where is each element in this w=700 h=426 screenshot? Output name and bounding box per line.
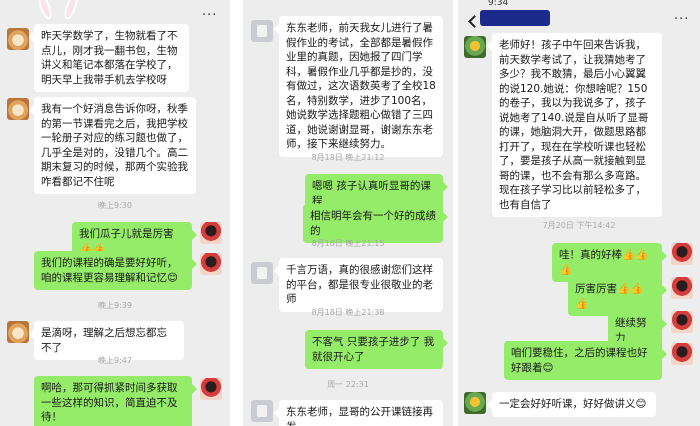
- message-bubble: 我们的课程的确是要好好听，咱的课程更容易理解和记忆😊: [34, 251, 197, 290]
- message-bubble: 千言万语，真的很感谢您们这样的平台，都是很专业很敬业的老师: [274, 258, 443, 312]
- avatar[interactable]: [251, 262, 273, 284]
- avatar[interactable]: [7, 321, 29, 343]
- avatar[interactable]: [200, 378, 222, 400]
- chevron-left-icon[interactable]: [468, 15, 481, 28]
- timestamp: 8月18日 晚上21:12: [311, 153, 385, 162]
- more-dots-icon[interactable]: ···: [674, 12, 689, 27]
- message-bubble: 老师好！孩子中午回来告诉我，前天数学考试了，让我猜她考了多少？我不敢猜，最后小心…: [487, 33, 662, 217]
- avatar[interactable]: [251, 20, 273, 42]
- chat-panel-1: ··· 昨天学数学了，生物就看了不点儿，刚才我一翻书包，生物讲义和笔记本都落在学…: [0, 0, 230, 426]
- timestamp: 8月18日 晚上21:15: [311, 239, 385, 248]
- avatar[interactable]: [464, 36, 486, 58]
- timestamp: 7月20日 下午14:42: [542, 221, 616, 230]
- avatar[interactable]: [251, 400, 273, 422]
- avatar[interactable]: [671, 243, 693, 265]
- avatar[interactable]: [671, 343, 693, 365]
- message-bubble: 啊哈，那可得抓紧时间多获取一些这样的知识，简直迫不及待！: [34, 376, 197, 426]
- avatar[interactable]: [671, 277, 693, 299]
- contact-name-redacted: [480, 10, 550, 26]
- message-bubble: 东东老师，显哥的公开课链接再发: [274, 400, 443, 426]
- chat-panel-2: 东东老师，前天我女儿进行了暑假作业的考试，全部都是暑假作业里的真题，因她报了四门…: [243, 0, 453, 426]
- message-bubble: 我有一个好消息告诉你呀，秋季的第一节课看完之后，我把学校一轮册子对应的练习题也做…: [29, 97, 196, 194]
- timestamp: 8月18日 晚上21:38: [311, 308, 385, 317]
- avatar[interactable]: [7, 28, 29, 50]
- avatar[interactable]: [671, 311, 693, 333]
- message-bubble: 不客气 只要孩子进步了 我就很开心了: [305, 330, 448, 369]
- avatar[interactable]: [200, 253, 222, 275]
- message-bubble: 一定会好好听课，好好做讲义😊: [487, 392, 656, 417]
- more-dots-icon[interactable]: ···: [202, 8, 217, 23]
- chat-panel-3: 9:34 ··· 老师好！孩子中午回来告诉我，前天数学考试了，让我猜她考了多少？…: [458, 0, 700, 426]
- chat-header: ···: [458, 0, 700, 34]
- avatar[interactable]: [464, 392, 486, 414]
- avatar[interactable]: [7, 98, 29, 120]
- timestamp: 周一 22:31: [327, 380, 369, 389]
- timestamp: 晚上9:39: [98, 301, 132, 310]
- timestamp: 晚上9:47: [98, 356, 132, 365]
- message-bubble: 咱们要稳住，之后的课程也好好跟着😊: [504, 341, 667, 380]
- timestamp: 晚上9:30: [98, 201, 132, 210]
- message-bubble: 昨天学数学了，生物就看了不点儿，刚才我一翻书包，生物讲义和笔记本都落在学校了，明…: [29, 24, 189, 92]
- avatar[interactable]: [200, 222, 222, 244]
- message-bubble: 东东老师，前天我女儿进行了暑假作业的考试，全部都是暑假作业里的真题，因她报了四门…: [274, 16, 443, 157]
